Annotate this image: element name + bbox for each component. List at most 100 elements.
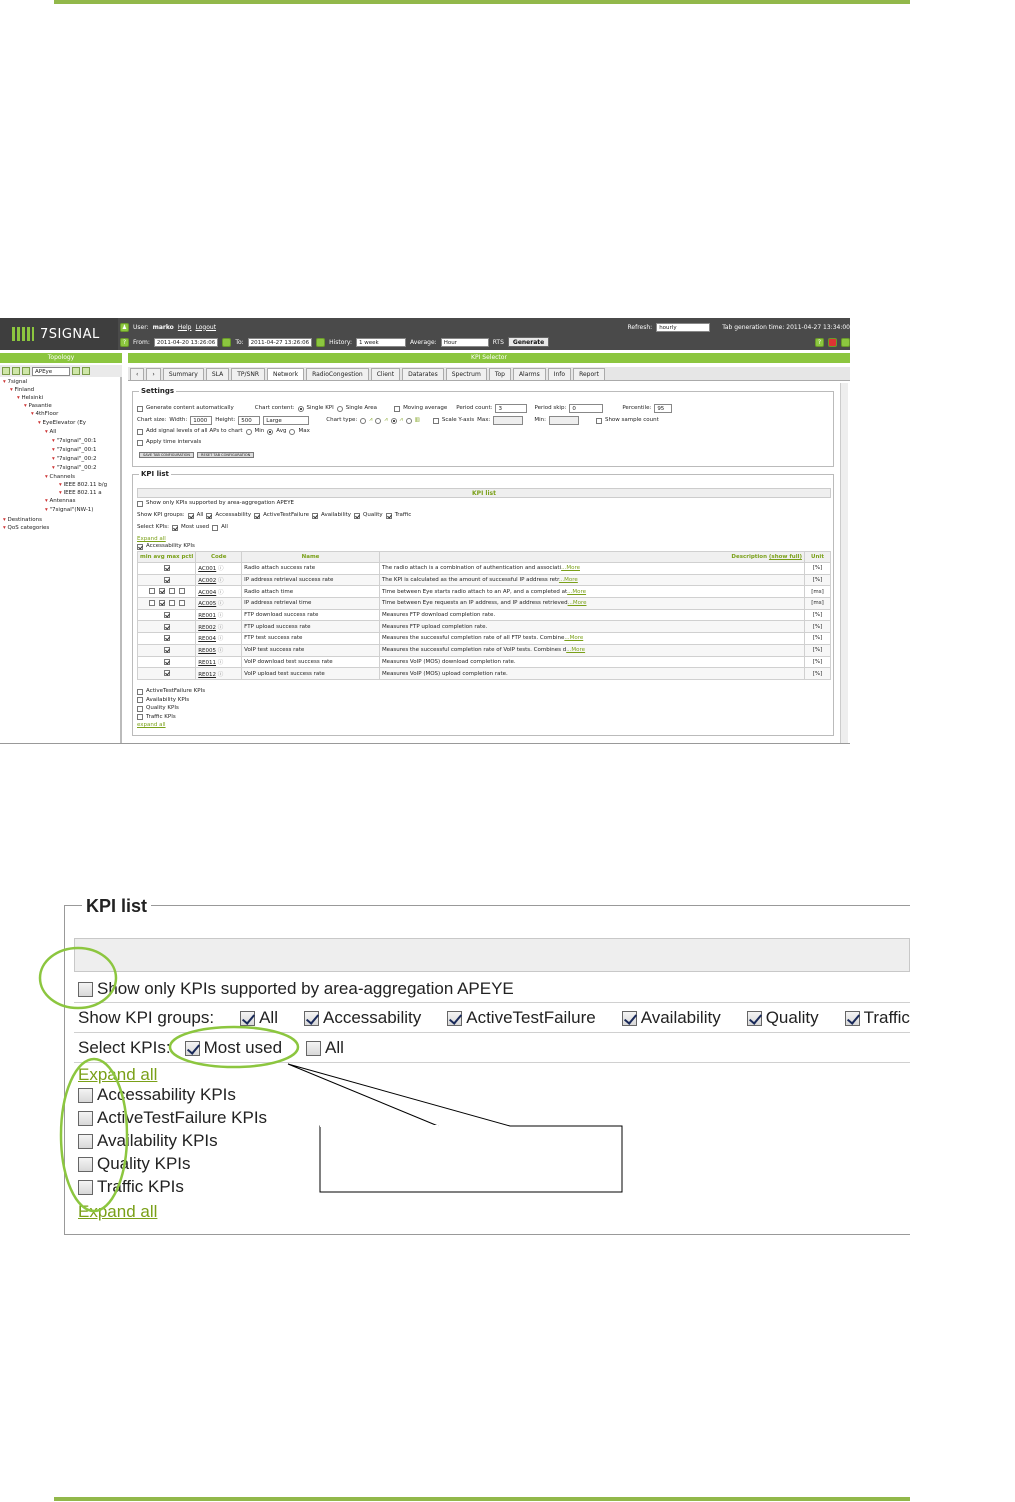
- stat-checkbox[interactable]: [158, 600, 165, 607]
- tab-datarates[interactable]: Datarates: [402, 368, 444, 380]
- accessability-kpis-checkbox[interactable]: [137, 543, 143, 550]
- tree-node[interactable]: ▾ 7signal: [3, 379, 27, 386]
- group-checkbox-activetestfailure[interactable]: [254, 512, 261, 519]
- refresh-select[interactable]: hourly: [656, 322, 711, 332]
- average-select[interactable]: Hour: [440, 337, 489, 347]
- tab-client[interactable]: Client: [370, 368, 401, 380]
- zoom-kpi-group-checkbox[interactable]: [78, 1179, 93, 1195]
- refresh-icon[interactable]: [22, 367, 30, 375]
- zoom-most-used-checkbox[interactable]: [184, 1040, 200, 1056]
- tab-summary[interactable]: Summary: [162, 368, 204, 380]
- kpi-code-link[interactable]: AC004: [198, 590, 216, 596]
- tree-node[interactable]: ▾ Channels: [45, 474, 75, 481]
- group-checkbox-activetestfailure[interactable]: [447, 1010, 463, 1026]
- all-kpis-checkbox[interactable]: [212, 524, 219, 531]
- info-icon[interactable]: ⓘ: [216, 672, 224, 678]
- tab-scroll-right[interactable]: ›: [146, 368, 161, 380]
- period-count-input[interactable]: 3: [495, 404, 528, 413]
- group-checkbox-traffic[interactable]: [385, 512, 392, 519]
- pdf-icon[interactable]: [828, 337, 837, 347]
- tree-node[interactable]: ▾ Finland: [10, 387, 34, 394]
- more-link[interactable]: ...More: [568, 600, 587, 606]
- kpi-code-link[interactable]: AC002: [198, 578, 216, 584]
- apply-time-checkbox[interactable]: [137, 439, 143, 446]
- stat-checkbox[interactable]: [148, 600, 155, 607]
- tree-node[interactable]: ▾ 4thFloor: [31, 411, 58, 418]
- topology-dropdown[interactable]: APEye: [32, 366, 70, 376]
- stat-checkbox[interactable]: [178, 600, 185, 607]
- more-link[interactable]: ...More: [561, 565, 580, 571]
- info-icon[interactable]: ⓘ: [216, 613, 224, 619]
- zoom-kpi-group-checkbox[interactable]: [78, 1110, 93, 1126]
- tab-alarms[interactable]: Alarms: [512, 368, 546, 380]
- more-link[interactable]: ...More: [566, 647, 585, 653]
- stat-checkbox[interactable]: [163, 576, 170, 583]
- tab-sla[interactable]: SLA: [205, 368, 230, 380]
- stat-checkbox[interactable]: [163, 623, 170, 630]
- zoom-expand-all-bottom-link[interactable]: Expand all: [78, 1202, 157, 1222]
- zoom-expand-all-link[interactable]: Expand all: [78, 1065, 157, 1085]
- info-icon[interactable]: ⓘ: [216, 590, 224, 596]
- tree-node[interactable]: ▾ EyeElevator (Ey: [38, 420, 86, 427]
- help-link[interactable]: Help: [178, 324, 192, 331]
- group-checkbox-accessability[interactable]: [303, 1010, 319, 1026]
- most-used-checkbox[interactable]: [171, 524, 178, 531]
- single-area-radio[interactable]: [336, 405, 343, 412]
- stat-checkbox[interactable]: [178, 588, 185, 595]
- tab-scroll-left[interactable]: ‹: [130, 368, 145, 380]
- tree-node[interactable]: ▾ "7signal"_00:2: [52, 456, 96, 463]
- zoom-kpi-group-checkbox[interactable]: [78, 1156, 93, 1172]
- show-sample-checkbox[interactable]: [595, 417, 602, 424]
- kpi-code-link[interactable]: RE004: [198, 636, 216, 642]
- logout-link[interactable]: Logout: [196, 324, 217, 331]
- stat-checkbox[interactable]: [168, 600, 175, 607]
- scale-y-checkbox[interactable]: [432, 417, 439, 424]
- tree-node[interactable]: ▾ IEEE 802.11 a: [59, 490, 102, 497]
- group-checkbox-all[interactable]: [240, 1010, 256, 1026]
- tree-node[interactable]: ▾ Destinations: [3, 517, 42, 524]
- kpi-code-link[interactable]: RE011: [198, 660, 216, 666]
- tree-node[interactable]: ▾ "7signal"_00:1: [52, 447, 96, 454]
- min-input[interactable]: [548, 416, 579, 425]
- history-select[interactable]: 1 week: [356, 337, 407, 347]
- stat-checkbox[interactable]: [163, 611, 170, 618]
- tab-tp-snr[interactable]: TP/SNR: [231, 368, 265, 380]
- info-icon[interactable]: ⓘ: [216, 636, 224, 642]
- kpi-group-checkbox[interactable]: [137, 705, 143, 712]
- info-icon[interactable]: ⓘ: [216, 660, 224, 666]
- width-input[interactable]: 1000: [190, 416, 213, 425]
- calendar-icon[interactable]: [222, 337, 232, 347]
- percentile-input[interactable]: 95: [654, 404, 673, 413]
- tree-node[interactable]: ▾ "7signal"(NW-1): [45, 507, 93, 514]
- tab-report[interactable]: Report: [573, 368, 605, 380]
- stat-checkbox[interactable]: [163, 565, 170, 572]
- tree-node[interactable]: ▾ "7signal"_00:2: [52, 465, 96, 472]
- stat-checkbox[interactable]: [148, 588, 155, 595]
- info-icon[interactable]: ⓘ: [216, 566, 224, 572]
- tab-network[interactable]: Network: [267, 368, 305, 380]
- moving-average-checkbox[interactable]: [394, 405, 401, 412]
- single-kpi-radio[interactable]: [297, 405, 304, 412]
- chart-type-bar-radio[interactable]: [405, 417, 412, 424]
- chart-type-line-radio[interactable]: [360, 417, 367, 424]
- size-select[interactable]: Large: [263, 416, 310, 425]
- list-icon[interactable]: [72, 367, 80, 375]
- tab-radiocongestion[interactable]: RadioCongestion: [306, 368, 369, 380]
- stat-checkbox[interactable]: [163, 670, 170, 677]
- from-input[interactable]: 2011-04-20 13:26:06: [153, 337, 219, 347]
- expand-all-bottom-link[interactable]: expand all: [137, 722, 166, 729]
- show-only-checkbox[interactable]: [137, 500, 143, 507]
- kpi-group-checkbox[interactable]: [137, 697, 143, 703]
- chart-type-area-radio[interactable]: [375, 417, 382, 424]
- collapse-icon[interactable]: [12, 367, 20, 375]
- zoom-kpi-group-checkbox[interactable]: [78, 1087, 93, 1103]
- generate-button[interactable]: Generate: [507, 337, 550, 347]
- info-icon[interactable]: ⓘ: [216, 601, 224, 607]
- calendar-icon[interactable]: [316, 337, 326, 347]
- help-icon[interactable]: ?: [815, 337, 824, 347]
- reset-config-button[interactable]: RESET TAB CONFIGURATION: [197, 452, 255, 458]
- tree-node[interactable]: ▾ QoS categories: [3, 525, 49, 532]
- stat-checkbox[interactable]: [163, 658, 170, 665]
- min-radio[interactable]: [245, 428, 252, 435]
- more-link[interactable]: ...More: [567, 589, 586, 595]
